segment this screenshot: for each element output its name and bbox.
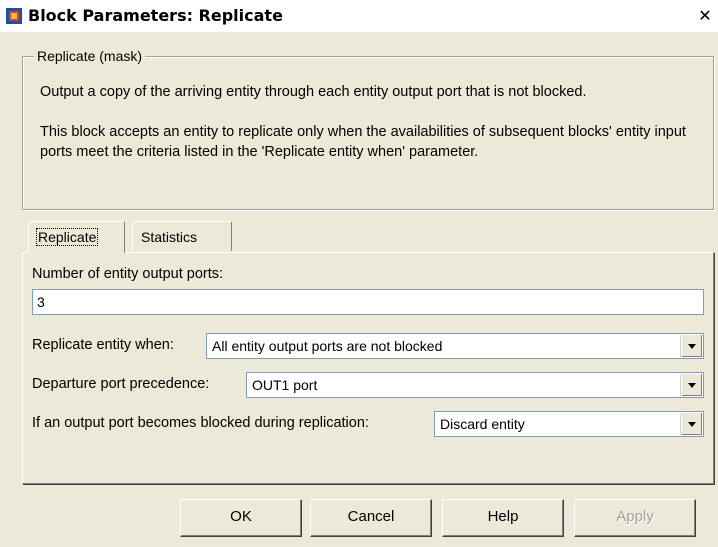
title-bar[interactable]: Block Parameters: Replicate ✕ (0, 0, 718, 32)
apply-button[interactable]: Apply (574, 499, 696, 537)
num-ports-input[interactable]: 3 (32, 289, 704, 315)
tab-panel (22, 252, 714, 484)
blocked-value: Discard entity (440, 416, 525, 432)
tab-replicate-label: Replicate (35, 228, 99, 246)
num-ports-label: Number of entity output ports: (32, 266, 224, 282)
mask-legend: Replicate (mask) (34, 48, 146, 64)
simulink-block-icon (6, 8, 22, 24)
tab-statistics-label: Statistics (141, 229, 198, 245)
close-icon[interactable]: ✕ (696, 7, 714, 25)
replicate-when-select[interactable]: All entity output ports are not blocked (206, 333, 704, 359)
chevron-down-icon[interactable] (681, 335, 702, 357)
mask-description-2: This block accepts an entity to replicat… (40, 124, 686, 160)
cancel-button[interactable]: Cancel (310, 499, 432, 537)
chevron-down-icon[interactable] (681, 413, 702, 435)
mask-description: Output a copy of the arriving entity thr… (40, 82, 700, 182)
replicate-when-value: All entity output ports are not blocked (212, 338, 443, 354)
tab-replicate[interactable]: Replicate (28, 221, 125, 253)
blocked-select[interactable]: Discard entity (434, 411, 704, 437)
chevron-down-icon[interactable] (681, 374, 702, 396)
blocked-label: If an output port becomes blocked during… (32, 415, 369, 431)
replicate-when-label: Replicate entity when: (32, 337, 174, 353)
departure-select[interactable]: OUT1 port (246, 372, 704, 398)
ok-button[interactable]: OK (180, 499, 302, 537)
mask-description-1: Output a copy of the arriving entity thr… (40, 84, 587, 100)
help-button[interactable]: Help (442, 499, 564, 537)
window-title: Block Parameters: Replicate (28, 6, 283, 25)
departure-label: Departure port precedence: (32, 376, 210, 392)
departure-value: OUT1 port (252, 377, 318, 393)
tab-statistics[interactable]: Statistics (132, 221, 232, 251)
